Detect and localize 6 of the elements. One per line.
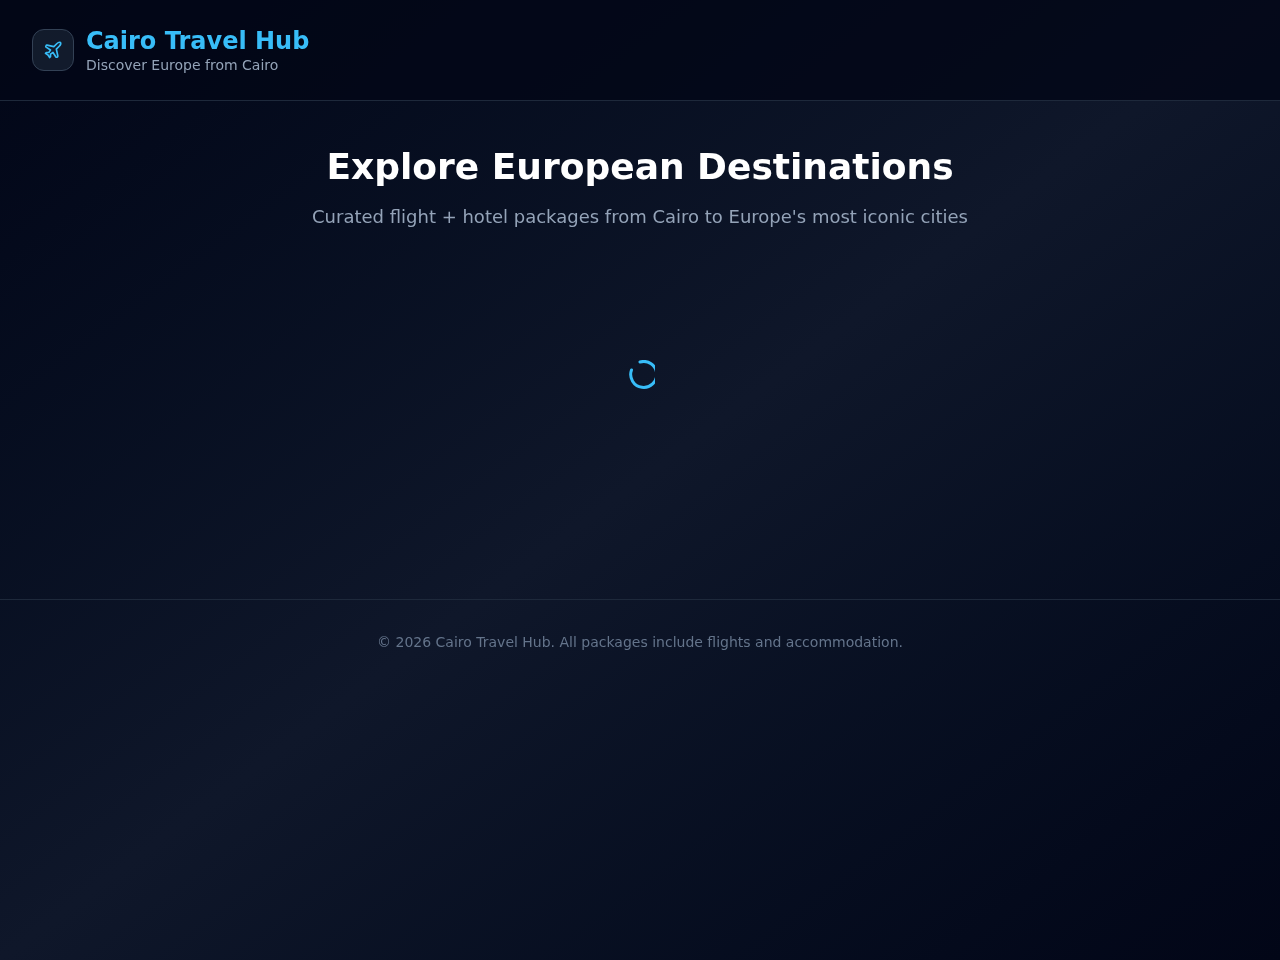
plane-icon [32,29,74,71]
site-tagline: Discover Europe from Cairo [86,56,280,75]
page-heading: Explore European Destinations [326,147,954,187]
footer-text: © 2026 Cairo Travel Hub. All packages include flights and accommodation. [377,633,903,652]
site-title: Cairo Travel Hub [86,26,310,57]
page-subheading: Curated flight + hotel packages from Cairo to Europe's most iconic cities [312,205,968,229]
